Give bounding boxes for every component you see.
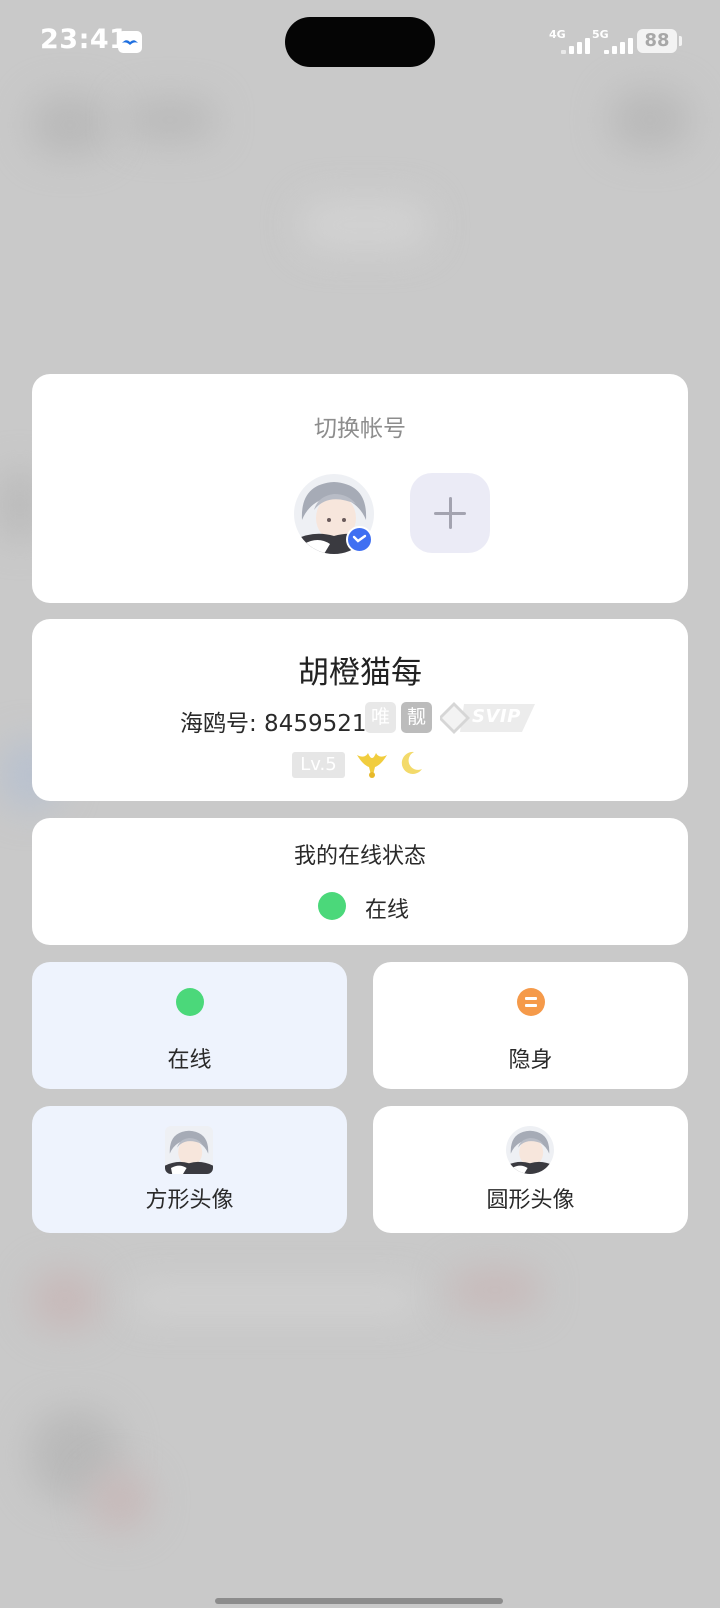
svip-label: SVIP bbox=[472, 706, 521, 727]
signal-bars-icon bbox=[604, 38, 636, 54]
option-online-label: 在线 bbox=[167, 1048, 212, 1073]
online-status-card: 我的在线状态 在线 bbox=[32, 818, 688, 945]
online-dot-icon bbox=[176, 988, 204, 1016]
option-square-avatar-label: 方形头像 bbox=[145, 1188, 234, 1213]
option-invisible-label: 隐身 bbox=[508, 1048, 553, 1073]
seagull-app-icon bbox=[118, 31, 142, 53]
online-status-dot bbox=[318, 892, 346, 920]
round-avatar-icon bbox=[506, 1126, 554, 1174]
pretty-number-badge: 靓 bbox=[401, 702, 432, 733]
option-online-button[interactable]: 在线 bbox=[32, 962, 347, 1089]
switch-account-title: 切换帐号 bbox=[314, 416, 406, 442]
signal-bars-icon bbox=[561, 38, 593, 54]
crown-icon bbox=[355, 749, 389, 783]
switch-account-card: 切换帐号 bbox=[32, 374, 688, 603]
moon-icon bbox=[396, 749, 424, 781]
online-status-value: 在线 bbox=[365, 898, 410, 923]
online-status-title: 我的在线状态 bbox=[293, 844, 426, 869]
nickname: 胡橙猫每 bbox=[298, 655, 422, 691]
add-account-button[interactable] bbox=[410, 473, 490, 553]
dynamic-island bbox=[285, 17, 435, 67]
option-round-avatar-button[interactable]: 圆形头像 bbox=[373, 1106, 688, 1233]
unique-badge: 唯 bbox=[365, 702, 396, 733]
option-square-avatar-button[interactable]: 方形头像 bbox=[32, 1106, 347, 1233]
level-badge: Lv.5 bbox=[292, 752, 345, 778]
invisible-icon bbox=[517, 988, 545, 1016]
status-time: 23:41 bbox=[40, 24, 129, 55]
status-bar: 23:41 4G 5G 88 bbox=[0, 0, 720, 84]
svip-badge: SVIP bbox=[438, 702, 535, 734]
checkmark-badge-icon bbox=[346, 526, 373, 553]
option-invisible-button[interactable]: 隐身 bbox=[373, 962, 688, 1089]
battery-icon: 88 bbox=[637, 29, 677, 53]
square-avatar-icon bbox=[165, 1126, 213, 1174]
seagull-id: 海鸥号: 8459521 bbox=[180, 711, 367, 737]
home-indicator[interactable] bbox=[215, 1598, 503, 1604]
option-round-avatar-label: 圆形头像 bbox=[486, 1188, 575, 1213]
battery-level: 88 bbox=[644, 30, 670, 51]
battery-tip bbox=[679, 36, 682, 46]
